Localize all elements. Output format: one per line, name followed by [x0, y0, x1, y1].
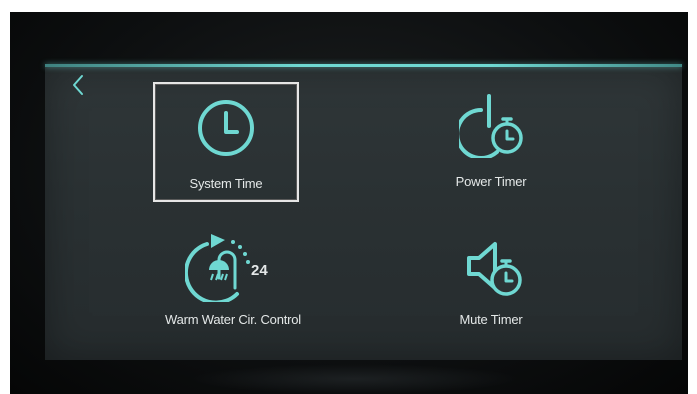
back-button[interactable]: [67, 72, 91, 98]
clock-icon: [198, 100, 254, 156]
settings-screen: System Time Power Timer 24 Warm Water Ci…: [45, 64, 682, 360]
system-time-tile[interactable]: System Time: [153, 82, 299, 202]
device-bezel: System Time Power Timer 24 Warm Water Ci…: [10, 12, 688, 394]
mute-timer-tile[interactable]: Mute Timer: [421, 224, 561, 342]
system-time-label: System Time: [189, 176, 263, 191]
circulation-hours-badge: 24: [251, 262, 268, 279]
mute-timer-label: Mute Timer: [459, 312, 523, 327]
power-timer-tile[interactable]: Power Timer: [421, 82, 561, 202]
mute-timer-icon: [467, 242, 522, 296]
bezel-shadow: [190, 364, 520, 394]
warm-water-control-label: Warm Water Cir. Control: [164, 312, 301, 327]
warm-water-control-tile[interactable]: 24 Warm Water Cir. Control: [133, 224, 333, 342]
accent-line: [45, 64, 682, 67]
power-timer-label: Power Timer: [455, 174, 527, 189]
power-timer-icon: [459, 94, 523, 158]
chevron-left-icon: [73, 75, 83, 95]
